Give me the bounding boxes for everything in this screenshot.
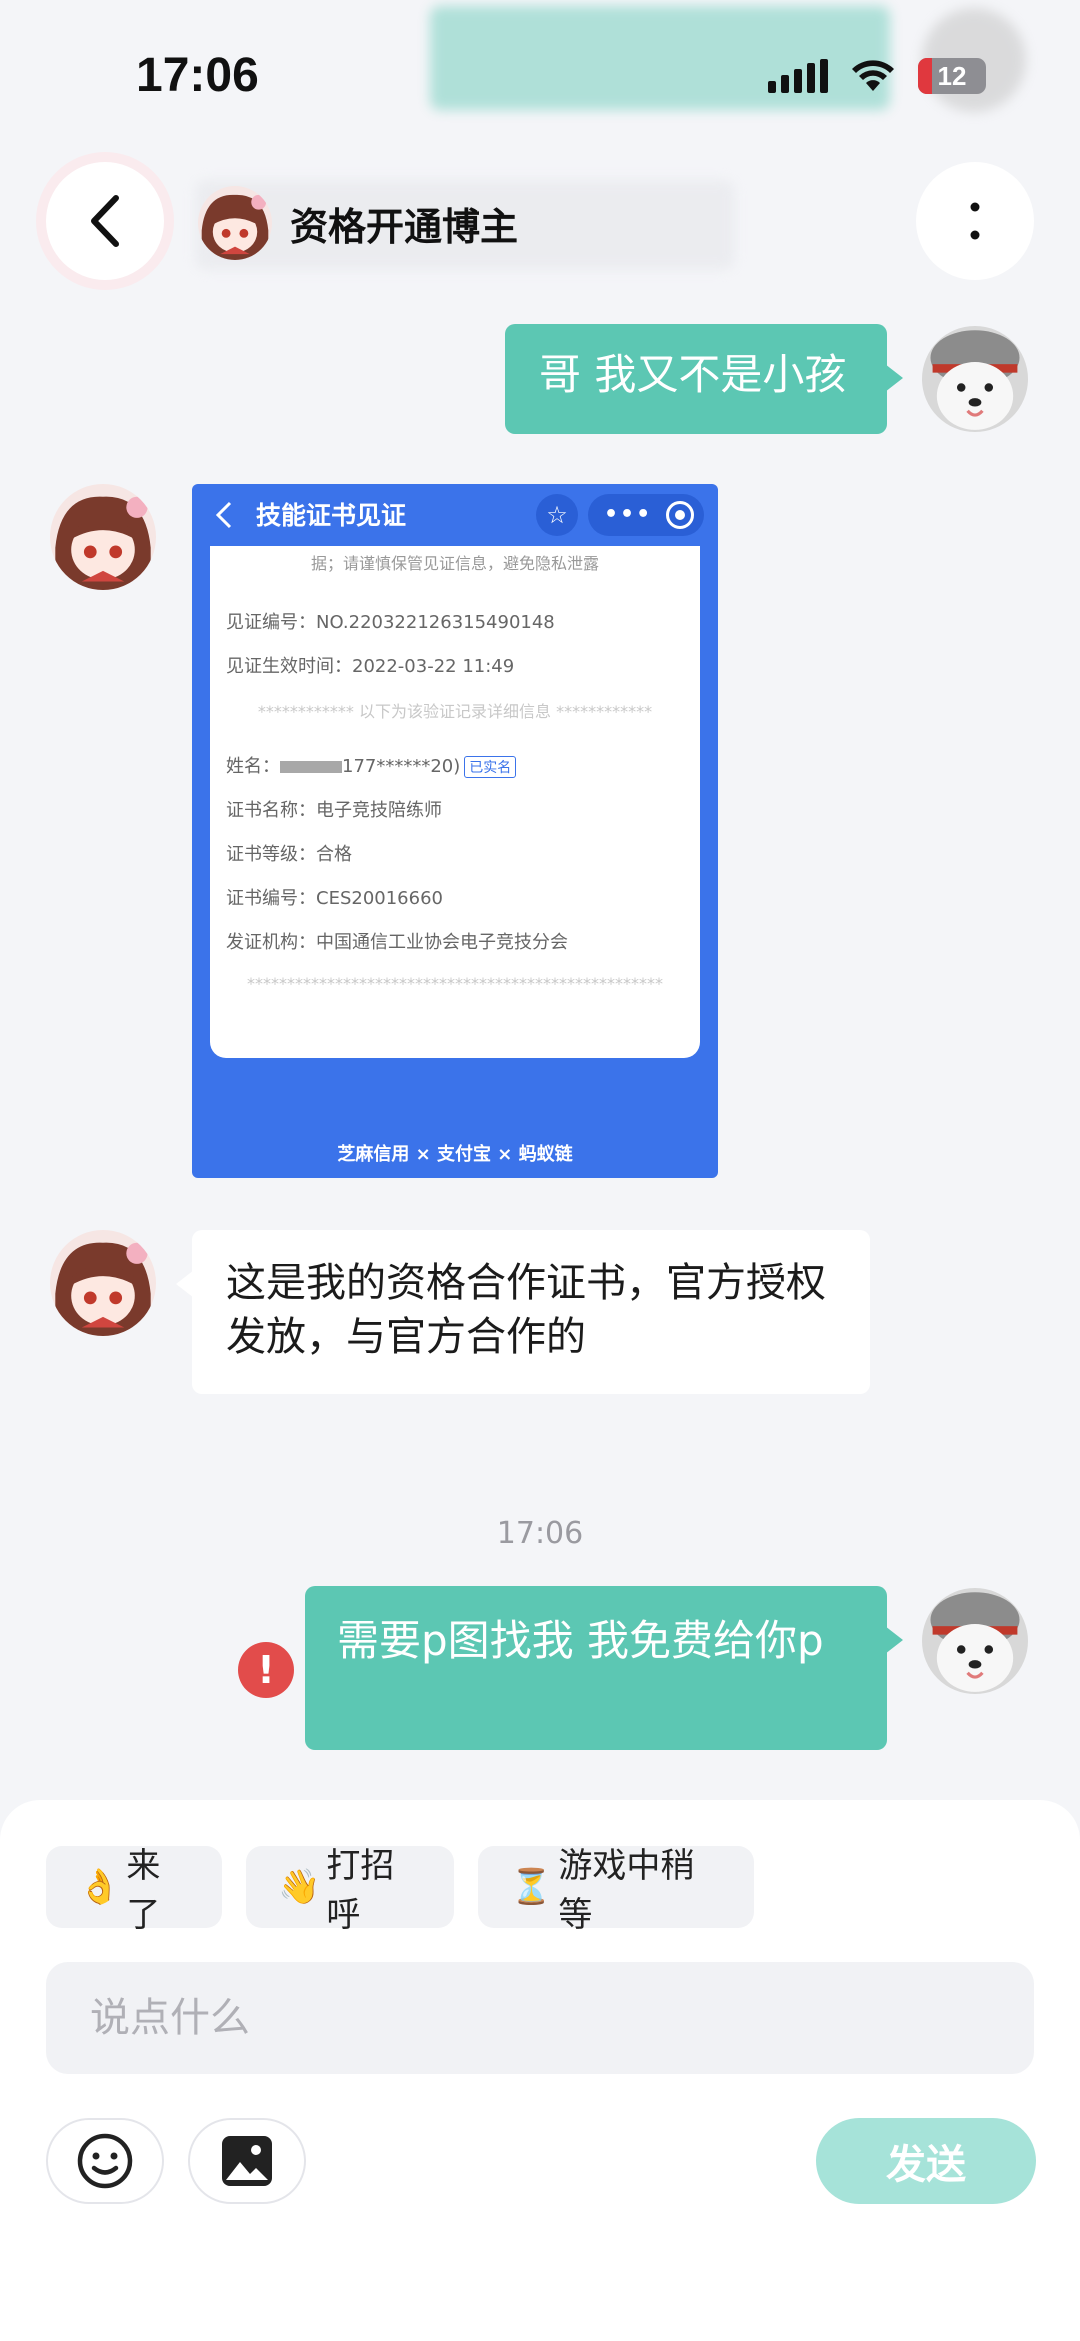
quick-reply-label: 游戏中稍等 [558,1846,695,1935]
my-avatar[interactable] [922,326,1028,432]
emoji-button[interactable] [46,2118,164,2204]
input-panel: 👌 来了 👋 打招呼 ⏳ 游戏中稍等 发送 [0,1800,1080,2341]
cert-navbar: 技能证书见证 ☆ ••• [192,484,718,546]
cert-footer: 芝麻信用 × 支付宝 × 蚂蚁链 [337,1144,573,1165]
cert-effective-time: 见证生效时间：2022-03-22 11:49 [226,656,515,677]
signal-icon [768,59,828,93]
cert-back-icon [215,501,232,529]
cert-card: 据；请谨慎保管见证信息，避免隐私泄露 见证编号：NO.2203221263154… [210,546,700,1058]
hourglass-icon: ⏳ [510,1867,553,1907]
chat-title: 资格开通博主 [290,205,519,249]
cert-capsule: ••• [588,494,704,536]
other-message-bubble[interactable]: 这是我的资格合作证书，官方授权发放，与官方合作的 [176,1230,870,1394]
wave-icon: 👋 [278,1867,321,1907]
star-icon: ☆ [536,494,578,536]
quick-reply-label: 来了 [126,1846,161,1935]
cert-divider: ************ 以下为该验证记录详细信息 ************ [257,702,653,721]
cert-close-icon [666,501,694,529]
error-icon[interactable]: ! [238,1642,294,1698]
cert-notice: 据；请谨慎保管见证信息，避免隐私泄露 [310,554,599,573]
verified-badge: 已实名 [464,756,517,778]
battery-icon: 12 [918,58,986,94]
quick-reply-label: 打招呼 [326,1846,395,1935]
cert-level: 证书等级：合格 [226,844,352,865]
more-button[interactable] [916,162,1034,280]
my-message-text: 需要p图找我 我免费给你p [337,1616,824,1665]
cert-name-value: 177******20) [342,756,461,777]
message-input[interactable] [46,1962,1034,2074]
image-icon [222,2136,272,2186]
emoji-icon [77,2133,133,2189]
status-icons: 12 [768,58,986,94]
my-avatar[interactable] [922,1588,1028,1694]
other-avatar[interactable] [50,1230,156,1336]
quick-reply-button[interactable]: ⏳ 游戏中稍等 [478,1846,754,1935]
cert-title: 技能证书见证 [256,501,407,530]
other-message-text: 这是我的资格合作证书，官方授权发放，与官方合作的 [226,1260,826,1360]
send-button[interactable]: 发送 [816,2118,1036,2204]
wifi-icon [852,60,894,91]
cert-no: 证书编号：CES20016660 [226,888,443,909]
back-icon [91,195,119,247]
certificate-image[interactable]: 技能证书见证 ☆ ••• 据；请谨慎保管见证信息，避免隐私泄露 见证编号：NO.… [192,484,718,1178]
name-mask [280,761,342,773]
my-message-bubble[interactable]: 需要p图找我 我免费给你p [305,1586,903,1750]
quick-reply-button[interactable]: 👌 来了 [46,1846,222,1935]
header-avatar[interactable] [198,186,272,260]
battery-level: 12 [937,60,967,91]
image-button[interactable] [188,2118,306,2204]
cert-witness-no: 见证编号：NO.220322126315490148 [226,612,555,633]
my-message-text: 哥 我又不是小孩 [539,350,847,399]
cert-name: 证书名称：电子竞技陪练师 [226,800,442,821]
quick-reply-button[interactable]: 👋 打招呼 [246,1846,454,1935]
more-icon [970,202,980,240]
cert-name-label: 姓名： [226,756,280,777]
cert-stars: ****************************************… [247,974,663,993]
back-button[interactable] [46,162,164,280]
cert-issuer: 发证机构：中国通信工业协会电子竞技分会 [226,932,568,953]
status-time: 17:06 [136,49,259,102]
ok-hand-icon: 👌 [78,1867,121,1907]
message-timestamp: 17:06 [496,1516,584,1551]
my-message-bubble[interactable]: 哥 我又不是小孩 [505,324,903,434]
cert-more-icon: ••• [604,502,653,527]
cert-name-row: 姓名： 177******20) 已实名 [226,752,517,778]
other-avatar[interactable] [50,484,156,590]
